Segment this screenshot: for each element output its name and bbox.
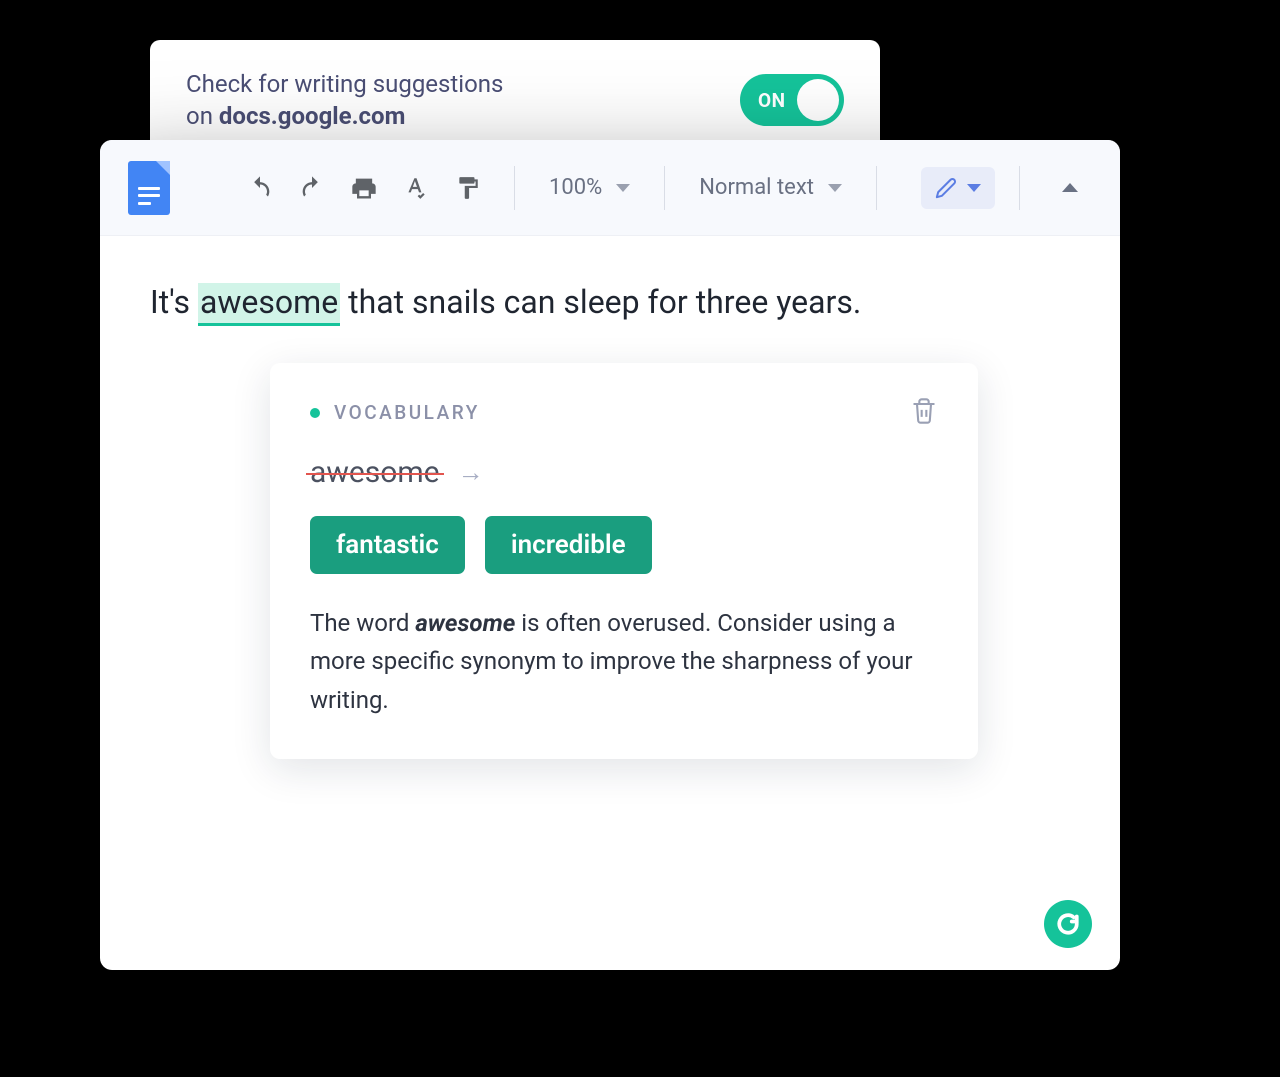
spellcheck-button[interactable] bbox=[400, 172, 432, 204]
settings-description: Check for writing suggestions on docs.go… bbox=[186, 68, 503, 133]
undo-button[interactable] bbox=[244, 172, 276, 204]
chevron-down-icon bbox=[616, 184, 630, 192]
text-before: It's bbox=[150, 283, 198, 321]
grammarly-badge-button[interactable] bbox=[1044, 900, 1092, 948]
paint-format-button[interactable] bbox=[452, 172, 484, 204]
toolbar-separator bbox=[514, 166, 515, 210]
print-button[interactable] bbox=[348, 172, 380, 204]
toolbar-separator bbox=[876, 166, 877, 210]
suggestion-alternatives: fantastic incredible bbox=[310, 516, 938, 574]
toggle-knob bbox=[797, 79, 839, 121]
highlighted-word[interactable]: awesome bbox=[198, 283, 340, 326]
text-style-value: Normal text bbox=[699, 175, 814, 200]
editing-mode-button[interactable] bbox=[921, 167, 995, 209]
chevron-down-icon bbox=[967, 184, 981, 192]
zoom-dropdown[interactable]: 100% bbox=[539, 175, 640, 200]
docs-toolbar: 100% Normal text bbox=[100, 140, 1120, 236]
dismiss-suggestion-button[interactable] bbox=[910, 397, 938, 429]
original-word-row: awesome → bbox=[310, 455, 938, 490]
toolbar-separator bbox=[1019, 166, 1020, 210]
text-after: that snails can sleep for three years. bbox=[340, 283, 861, 321]
arrow-right-icon: → bbox=[458, 457, 484, 488]
settings-domain: docs.google.com bbox=[219, 102, 405, 130]
suggestion-chip-0[interactable]: fantastic bbox=[310, 516, 465, 574]
category-label: VOCABULARY bbox=[334, 401, 480, 424]
suggestion-category: VOCABULARY bbox=[310, 401, 480, 424]
toolbar-separator bbox=[664, 166, 665, 210]
explanation-emphasized-word: awesome bbox=[415, 609, 515, 637]
redo-button[interactable] bbox=[296, 172, 328, 204]
collapse-toolbar-button[interactable] bbox=[1054, 172, 1086, 204]
settings-line1: Check for writing suggestions bbox=[186, 70, 503, 98]
document-text: It's awesome that snails can sleep for t… bbox=[150, 280, 1070, 325]
grammarly-icon bbox=[1053, 909, 1083, 939]
document-body[interactable]: It's awesome that snails can sleep for t… bbox=[100, 236, 1120, 803]
category-dot-icon bbox=[310, 408, 320, 418]
suggestion-chip-1[interactable]: incredible bbox=[485, 516, 652, 574]
original-word: awesome bbox=[310, 455, 440, 490]
suggestion-explanation: The word awesome is often overused. Cons… bbox=[310, 604, 938, 719]
docs-window: 100% Normal text It's awesome that snail… bbox=[100, 140, 1120, 970]
pencil-icon bbox=[935, 177, 957, 199]
google-docs-logo-icon bbox=[128, 161, 170, 215]
toggle-label: ON bbox=[758, 89, 786, 112]
chevron-down-icon bbox=[828, 184, 842, 192]
zoom-value: 100% bbox=[549, 175, 602, 200]
suggestion-card: VOCABULARY awesome → fantastic incredibl… bbox=[270, 363, 978, 759]
chevron-up-icon bbox=[1062, 183, 1078, 192]
text-style-dropdown[interactable]: Normal text bbox=[689, 175, 852, 200]
suggestions-toggle[interactable]: ON bbox=[740, 74, 844, 126]
trash-icon bbox=[910, 397, 938, 425]
settings-line2-prefix: on bbox=[186, 102, 219, 130]
